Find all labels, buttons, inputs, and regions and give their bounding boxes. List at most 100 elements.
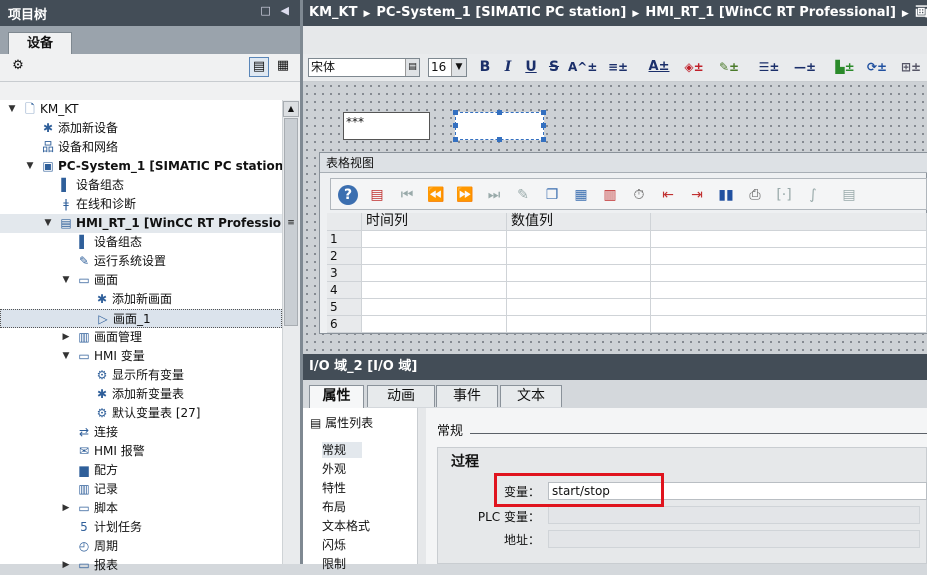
column-header-time[interactable]: 时间列 [362,213,507,231]
italic-icon[interactable]: I [499,56,517,78]
resize-handle[interactable] [541,110,546,115]
table-cell[interactable] [651,265,927,282]
breadcrumb-item-hmi-rt[interactable]: HMI_RT_1 [WinCC RT Professional] [645,5,896,20]
row-number-cell[interactable]: 2 [327,248,362,265]
property-item-appearance[interactable]: 外观 [322,461,346,477]
tree-item[interactable]: ▌ 设备组态 [0,176,282,195]
tree-item[interactable]: ✱ 添加新设备 [0,119,282,138]
tab-animations[interactable]: 动画 [367,385,435,407]
table-cell[interactable] [651,248,927,265]
font-family-dropdown-icon[interactable]: ▤ [405,59,419,76]
tab-texts[interactable]: 文本 [500,385,562,407]
function-icon[interactable]: ∫ [802,184,824,206]
property-item-limits[interactable]: 限制 [322,556,346,572]
tree-item[interactable]: ✎ 运行系统设置 [0,252,282,271]
property-item-layout[interactable]: 布局 [322,499,346,515]
tree-view-icon[interactable]: ▤ [249,57,269,77]
edit-icon[interactable]: ✎ [512,184,534,206]
resize-handle[interactable] [453,137,458,142]
expand-down-icon[interactable]: ▼ [24,157,36,176]
select-table-icon[interactable]: ▥ [599,184,621,206]
help-icon[interactable]: ? [338,185,358,205]
property-item-general[interactable]: 常规 [322,442,362,458]
underline-icon[interactable]: U [522,56,540,78]
tree-item[interactable]: ▶ ▭ 报表 [0,556,282,575]
time-range-icon[interactable]: ⏱ [628,184,650,206]
io-field-1[interactable]: *** [343,112,430,140]
tree-item[interactable]: ▶ ▭ 脚本 [0,499,282,518]
scroll-up-icon[interactable]: ▲ [283,101,299,117]
table-cell[interactable] [362,265,507,282]
rotate-icon[interactable]: ⟳± [862,56,892,78]
tab-devices[interactable]: 设备 [8,32,72,54]
property-item-flashing[interactable]: 闪烁 [322,537,346,553]
table-cell[interactable] [507,265,651,282]
pause-icon[interactable]: ▮▮ [715,184,737,206]
tree-item[interactable]: ◴ 周期 [0,537,282,556]
tree-settings-icon[interactable]: ⚙ [8,57,28,77]
first-icon[interactable]: ⏮ [396,184,418,206]
tree-item[interactable]: ⚙ 显示所有变量 [0,366,282,385]
expand-down-icon[interactable]: ▼ [60,347,72,366]
resize-handle[interactable] [453,110,458,115]
select-columns-icon[interactable]: ▦ [570,184,592,206]
tree-overview-icon[interactable]: ▦ [273,57,293,77]
tree-item[interactable]: ✉ HMI 报警 [0,442,282,461]
font-color-icon[interactable]: A± [644,56,674,78]
resize-handle[interactable] [541,137,546,142]
column-header-empty[interactable] [651,213,927,231]
tree-item[interactable]: ▼ 🗋 KM_KT [0,100,282,119]
row-number-cell[interactable]: 1 [327,231,362,248]
row-number-cell[interactable]: 6 [327,316,362,333]
expand-down-icon[interactable]: ▼ [42,214,54,233]
property-item-text-format[interactable]: 文本格式 [322,518,370,534]
tree-item[interactable]: ✱ 添加新变量表 [0,385,282,404]
tab-properties[interactable]: 属性 [309,385,364,408]
row-number-cell[interactable]: 3 [327,265,362,282]
fill-color-icon[interactable]: ◈± [679,56,709,78]
table-cell[interactable] [362,248,507,265]
tree-item[interactable]: ⇄ 连接 [0,423,282,442]
strikethrough-icon[interactable]: S [545,56,563,78]
expand-down-icon[interactable]: ▼ [6,100,18,119]
tree-item[interactable]: ▶ ▥ 画面管理 [0,328,282,347]
resize-handle[interactable] [453,123,458,128]
tree-item[interactable]: ▌ 设备组态 [0,233,282,252]
tree-item[interactable]: ǂ 在线和诊断 [0,195,282,214]
table-cell[interactable] [651,282,927,299]
table-cell[interactable] [362,316,507,333]
tree-item[interactable]: ▼ ▭ 画面 [0,271,282,290]
superscript-icon[interactable]: A^± [568,56,597,78]
previous-icon[interactable]: ⏪ [425,184,447,206]
line-style-icon[interactable]: —± [790,56,820,78]
io-field-2-selected[interactable] [455,112,544,140]
text-align-icon[interactable]: ≡± [603,56,633,78]
copy-icon[interactable]: ❐ [541,184,563,206]
distribute-icon[interactable]: ⊞± [896,56,926,78]
table-corner-cell[interactable] [327,213,362,231]
resize-handle[interactable] [497,137,502,142]
tree-item[interactable]: 品设备和网络 [0,138,282,157]
font-family-select[interactable]: 宋体 [308,58,420,77]
last-icon[interactable]: ⏭ [483,184,505,206]
property-list-header[interactable]: ▤ 属性列表 [310,414,373,431]
property-list-scrollbar[interactable] [418,408,426,564]
table-cell[interactable] [507,316,651,333]
expand-right-icon[interactable]: ▶ [60,556,72,575]
panel-controls[interactable]: □ ◀ [260,4,292,22]
tree-item[interactable]: ▼ ▣ PC-System_1 [SIMATIC PC station] [0,157,289,176]
next-icon[interactable]: ⏩ [454,184,476,206]
config-icon[interactable]: ▤ [366,184,388,206]
export-icon[interactable]: [·] [773,184,795,206]
align-objects-icon[interactable]: ▙± [830,56,860,78]
table-cell[interactable] [362,231,507,248]
column-right-icon[interactable]: ⇥ [686,184,708,206]
resize-handle[interactable] [541,123,546,128]
breadcrumb-item-project[interactable]: KM_KT [309,5,357,20]
font-size-dropdown-icon[interactable]: ▼ [451,59,466,76]
line-width-icon[interactable]: ☰± [754,56,784,78]
breadcrumb-item-pc-system[interactable]: PC-System_1 [SIMATIC PC station] [376,5,626,20]
table-cell[interactable] [651,316,927,333]
tree-item[interactable]: 5 计划任务 [0,518,282,537]
table-cell[interactable] [651,299,927,316]
